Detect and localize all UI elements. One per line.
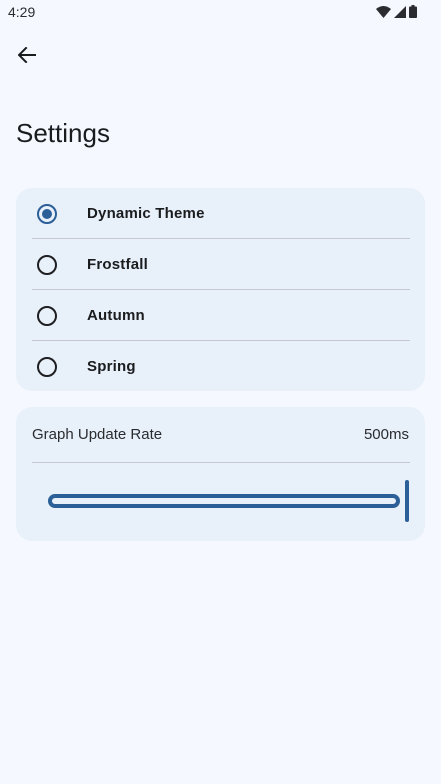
status-bar: 4:29 [0,0,441,24]
radio-button[interactable] [37,305,57,326]
theme-option-dynamic[interactable]: Dynamic Theme [16,188,425,239]
signal-icon [394,5,406,18]
divider [32,462,410,463]
back-button[interactable] [10,38,44,72]
page-title: Settings [16,118,110,148]
slider-track[interactable] [48,494,400,508]
wifi-icon [376,5,391,18]
radio-button-selected[interactable] [37,203,57,224]
battery-icon [409,5,417,18]
graph-update-rate-label: Graph Update Rate [32,426,163,443]
theme-option-label: Dynamic Theme [87,205,205,222]
update-rate-slider[interactable] [46,479,412,523]
graph-update-rate-card: Graph Update Rate 500ms [16,407,425,541]
status-icons [376,5,417,18]
theme-option-autumn[interactable]: Autumn [16,290,425,341]
slider-handle[interactable] [405,480,409,522]
arrow-back-icon [18,47,36,63]
theme-radio-group: Dynamic Theme Frostfall Autumn Spring [16,188,425,391]
theme-option-label: Frostfall [87,256,148,273]
radio-button[interactable] [37,356,57,377]
status-time: 4:29 [8,4,36,20]
theme-option-label: Autumn [87,307,145,324]
graph-update-rate-value: 500ms [363,426,409,443]
theme-option-spring[interactable]: Spring [16,341,425,392]
theme-option-frostfall[interactable]: Frostfall [16,239,425,290]
radio-button[interactable] [37,254,57,275]
theme-option-label: Spring [87,358,136,375]
